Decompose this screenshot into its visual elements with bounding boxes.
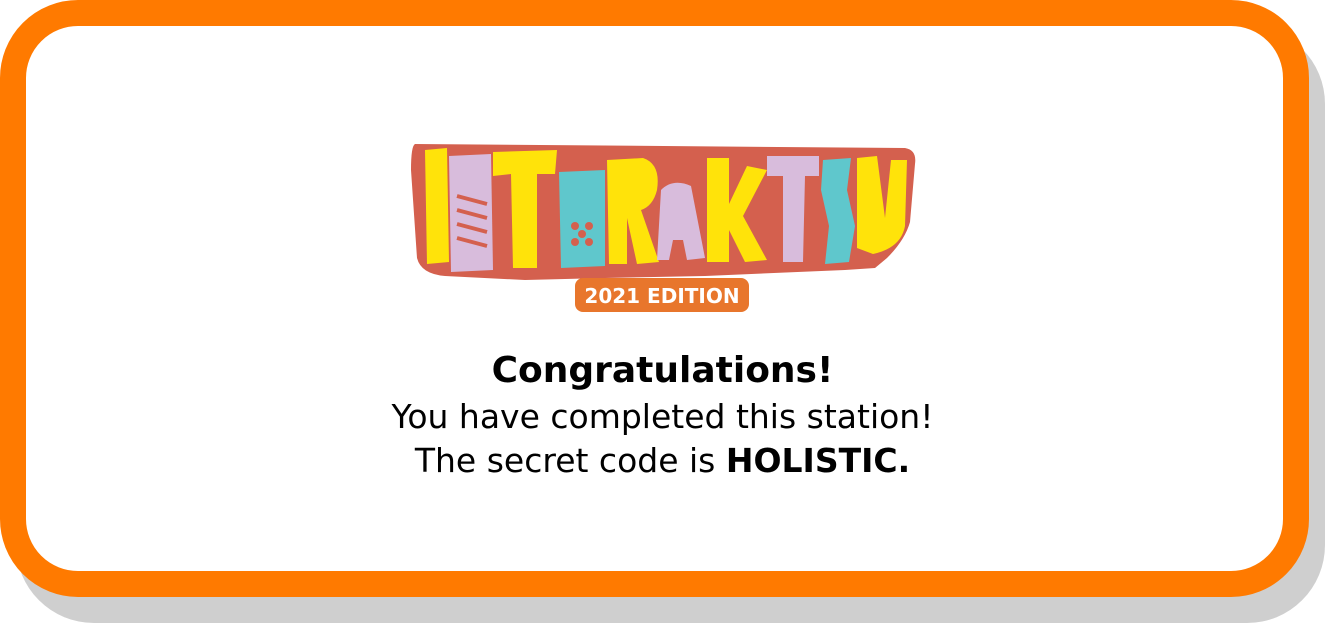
completed-station-text: You have completed this station! [391, 397, 934, 436]
letter-e [559, 170, 605, 268]
secret-code-value: HOLISTIC. [725, 441, 911, 480]
completion-message: Congratulations! You have completed this… [0, 347, 1325, 483]
secret-code-line: The secret code is HOLISTIC. [0, 439, 1325, 483]
interaktiv-logo: 2021 EDITION [411, 144, 916, 312]
congratulations-heading: Congratulations! [491, 350, 834, 391]
edition-badge-text: 2021 EDITION [584, 284, 739, 308]
completion-screen: 2021 EDITION Congratulations! You have c… [0, 0, 1325, 623]
letter-i [425, 148, 449, 264]
secret-code-prefix: The secret code is [414, 441, 726, 480]
